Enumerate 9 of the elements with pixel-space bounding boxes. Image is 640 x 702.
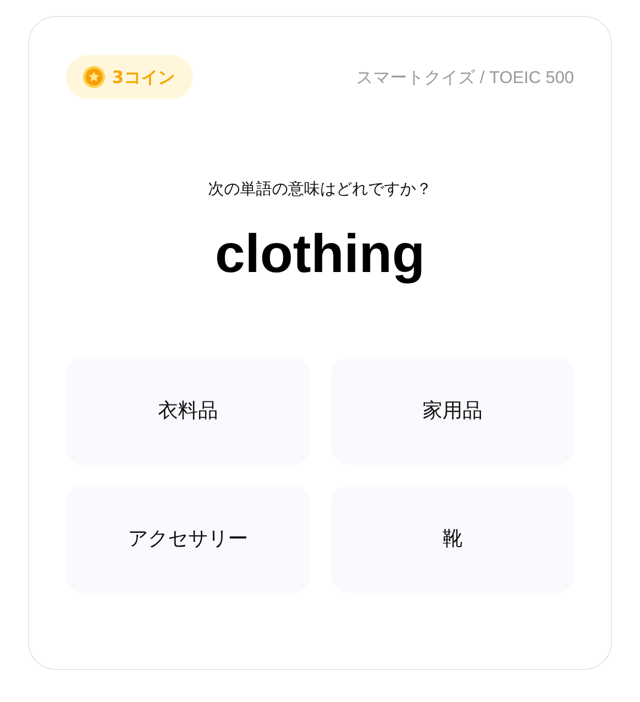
coin-icon [82,65,106,89]
breadcrumb: スマートクイズ / TOEIC 500 [356,66,574,88]
answer-option[interactable]: 靴 [330,484,574,593]
answer-option[interactable]: 家用品 [330,356,574,465]
quiz-word: clothing [214,223,426,286]
answer-option[interactable]: 衣料品 [66,356,310,465]
answer-option[interactable]: アクセサリー [66,484,310,593]
coin-count: 3コイン [112,66,175,88]
question-prompt: 次の単語の意味はどれですか？ [207,179,433,200]
